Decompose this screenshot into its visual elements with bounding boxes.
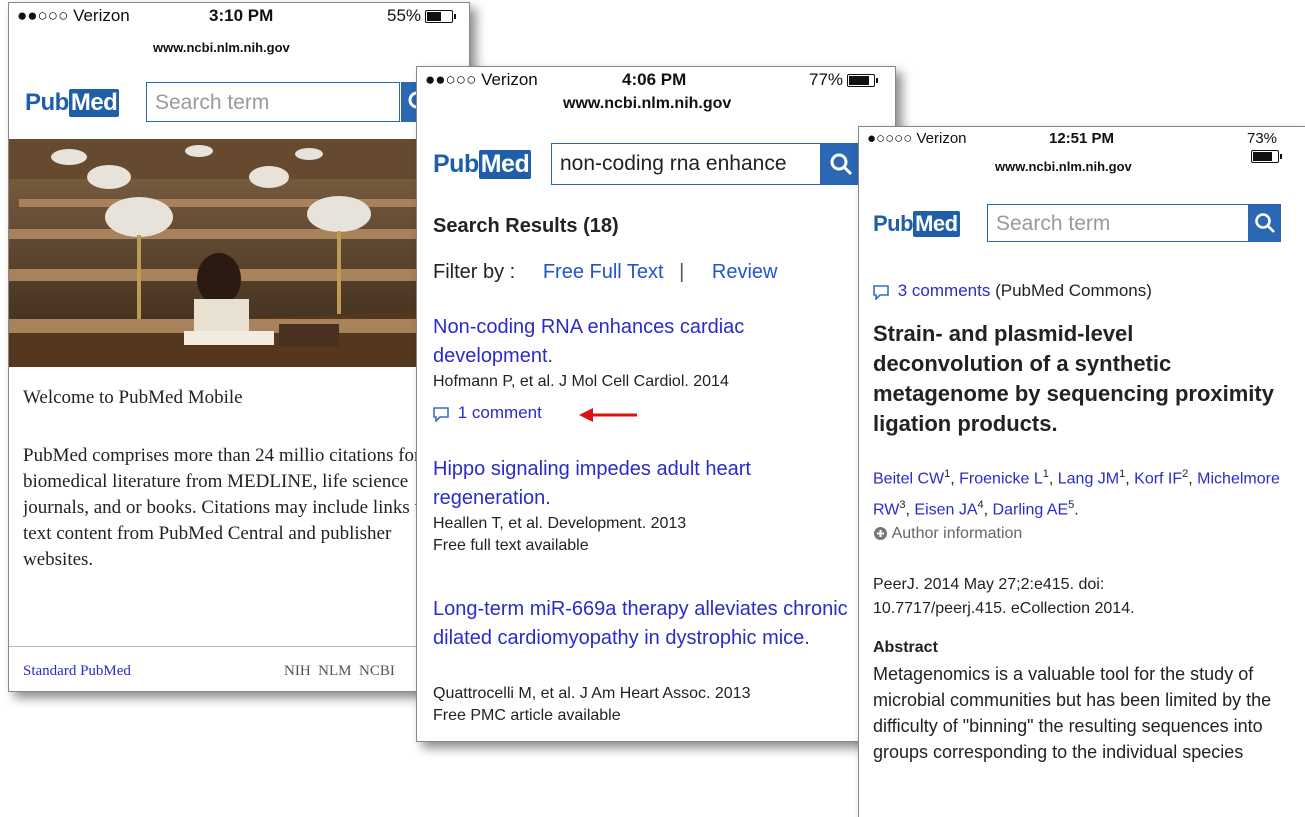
- pubmed-description: PubMed comprises more than 24 millio cit…: [23, 445, 450, 570]
- status-bar: ●●○○○ Verizon 4:06 PM 77%: [417, 67, 895, 93]
- author-link[interactable]: Korf IF: [1134, 470, 1182, 487]
- footer-agency-links[interactable]: NIH NLM NCBI: [284, 663, 395, 680]
- carrier-label: ●○○○○ Verizon: [867, 130, 967, 147]
- result-availability: Free full text available: [433, 537, 589, 554]
- result-availability: Free PMC article available: [433, 707, 621, 724]
- result-title-link[interactable]: Hippo signaling impedes adult heart rege…: [433, 455, 833, 513]
- status-bar: ●○○○○ Verizon 12:51 PM 73%: [859, 127, 1305, 163]
- plus-circle-icon: [874, 527, 887, 541]
- author-separator: ,: [1125, 470, 1135, 488]
- clock: 4:06 PM: [622, 70, 687, 89]
- comments-source: (PubMed Commons): [995, 281, 1152, 300]
- phone-screen-home: ●●○○○ Verizon 3:10 PM 55% www.ncbi.nlm.n…: [8, 2, 470, 692]
- citation-line: PeerJ. 2014 May 27;2:e415. doi:: [873, 576, 1105, 593]
- carrier-label: ●●○○○ Verizon: [17, 6, 130, 25]
- clock: 3:10 PM: [209, 6, 274, 25]
- battery-status: 77%: [809, 70, 879, 90]
- url-bar[interactable]: www.ncbi.nlm.nih.gov: [149, 39, 294, 56]
- filter-review[interactable]: Review: [712, 261, 778, 283]
- author-link[interactable]: Eisen JA: [914, 502, 977, 519]
- article-title: Strain- and plasmid-level deconvolution …: [873, 321, 1274, 436]
- search-input[interactable]: Search term: [987, 204, 1249, 242]
- author-separator: ,: [950, 470, 960, 488]
- url-bar[interactable]: www.ncbi.nlm.nih.gov: [991, 158, 1136, 175]
- clock: 12:51 PM: [1049, 130, 1115, 147]
- result-title-link[interactable]: Long-term miR-669a therapy alleviates ch…: [433, 595, 853, 653]
- filter-bar: Filter by : Free Full Text | Review: [433, 261, 778, 284]
- battery-icon: [847, 74, 879, 88]
- author-list: Beitel CW1, Froenicke L1, Lang JM1, Korf…: [873, 461, 1298, 524]
- commons-comments: 3 comments (PubMed Commons): [873, 281, 1152, 301]
- filter-free-full-text[interactable]: Free Full Text: [543, 261, 664, 283]
- result-title-link[interactable]: Non-coding RNA enhances cardiac developm…: [433, 313, 833, 371]
- search-button[interactable]: [1249, 204, 1281, 242]
- welcome-heading: Welcome to PubMed Mobile: [23, 387, 243, 408]
- search-icon: [1255, 213, 1275, 233]
- comments-link[interactable]: 3 comments: [898, 281, 991, 300]
- author-link[interactable]: Lang JM: [1058, 470, 1119, 487]
- author-link[interactable]: Froenicke L: [959, 470, 1043, 487]
- battery-icon: [425, 10, 457, 24]
- phone-screen-article: ●○○○○ Verizon 12:51 PM 73% www.ncbi.nlm.…: [858, 126, 1305, 817]
- carrier-label: ●●○○○ Verizon: [425, 70, 538, 89]
- filter-separator: |: [679, 261, 685, 283]
- battery-status: 55%: [387, 6, 457, 26]
- result-meta: Heallen T, et al. Development. 2013: [433, 515, 687, 532]
- search-input[interactable]: Search term: [146, 82, 400, 122]
- footer-divider: [9, 646, 469, 647]
- red-arrow-annotation: [579, 408, 637, 422]
- abstract-text: Metagenomics is a valuable tool for the …: [873, 664, 1272, 762]
- citation: PeerJ. 2014 May 27;2:e415. doi: 10.7717/…: [873, 573, 1135, 621]
- author-information-toggle[interactable]: Author information: [873, 525, 1022, 543]
- pubmed-logo[interactable]: PubMed: [873, 211, 960, 237]
- search-icon: [830, 153, 853, 176]
- battery-icon: [1251, 149, 1282, 163]
- result-comment-link[interactable]: 1 comment: [433, 403, 542, 423]
- result-meta: Quattrocelli M, et al. J Am Heart Assoc.…: [433, 685, 751, 702]
- search-input[interactable]: non-coding rna enhance: [551, 143, 821, 185]
- status-bar: ●●○○○ Verizon 3:10 PM 55%: [9, 3, 469, 29]
- author-separator: ,: [983, 501, 993, 519]
- author-separator: ,: [1188, 470, 1198, 488]
- filter-label: Filter by :: [433, 261, 516, 283]
- author-separator: ,: [1048, 470, 1058, 488]
- url-bar[interactable]: www.ncbi.nlm.nih.gov: [559, 94, 736, 114]
- pubmed-logo[interactable]: PubMed: [433, 150, 532, 179]
- author-separator: .: [1074, 501, 1079, 519]
- results-title: Search Results (18): [433, 215, 619, 237]
- citation-line: 10.7717/peerj.415. eCollection 2014.: [873, 600, 1135, 617]
- standard-pubmed-link[interactable]: Standard PubMed: [23, 663, 131, 680]
- abstract-heading: Abstract: [873, 639, 938, 656]
- comment-icon: [873, 284, 889, 300]
- battery-status: 73%: [1247, 130, 1305, 164]
- author-link[interactable]: Darling AE: [993, 502, 1069, 519]
- search-button[interactable]: [821, 143, 861, 185]
- library-photo: [9, 139, 469, 367]
- result-meta: Hofmann P, et al. J Mol Cell Cardiol. 20…: [433, 373, 729, 390]
- phone-screen-results: ●●○○○ Verizon 4:06 PM 77% www.ncbi.nlm.n…: [416, 66, 896, 742]
- comment-icon: [433, 406, 449, 422]
- pubmed-logo[interactable]: PubMed: [25, 89, 120, 117]
- author-link[interactable]: Beitel CW: [873, 470, 944, 487]
